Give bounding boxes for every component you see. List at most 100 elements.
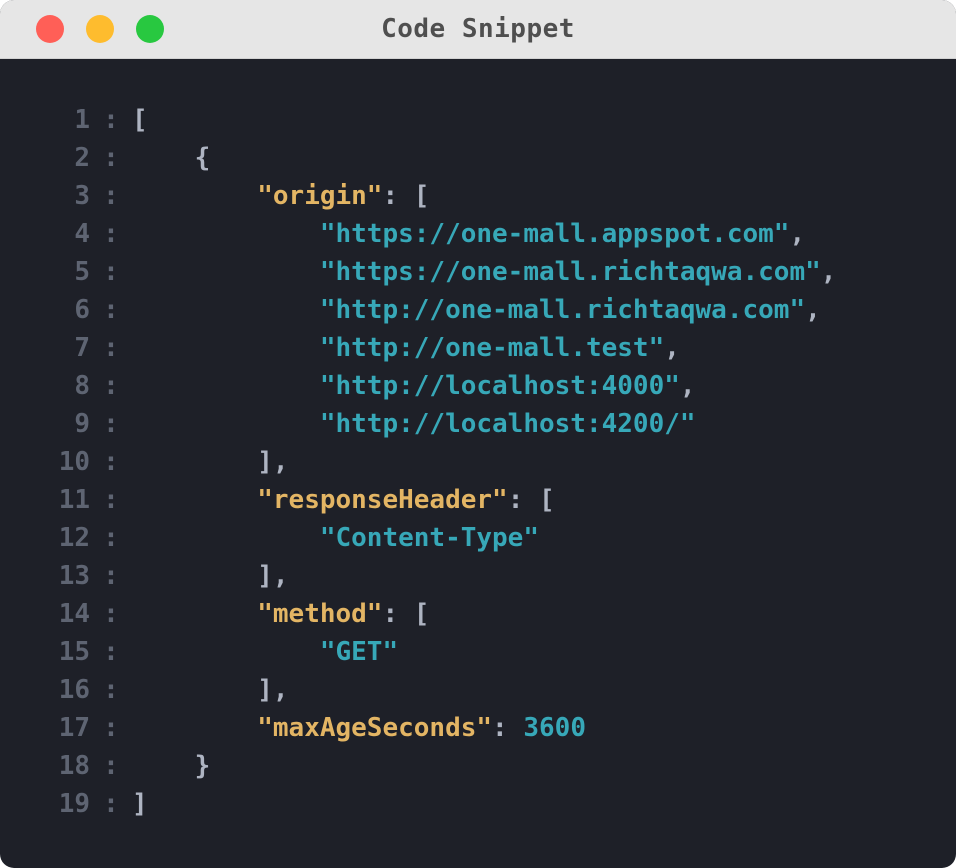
line-number: 6	[74, 295, 90, 325]
line-number: 8	[74, 371, 90, 401]
json-punctuation: {	[194, 143, 211, 173]
code-line: 9: "http://localhost:4200/"	[0, 405, 956, 443]
json-string: "http://one-mall.richtaqwa.com"	[319, 295, 806, 325]
line-content: "http://localhost:4000",	[132, 367, 696, 405]
json-key: "origin"	[257, 181, 383, 211]
json-string: "GET"	[319, 637, 399, 667]
line-number: 14	[58, 599, 90, 629]
json-key: "method"	[257, 599, 383, 629]
line-number: 12	[58, 523, 90, 553]
line-separator: :	[103, 295, 119, 325]
code-line: 11: "responseHeader": [	[0, 481, 956, 519]
line-content: "Content-Type"	[132, 519, 539, 557]
line-number: 5	[74, 257, 90, 287]
line-content: "https://one-mall.richtaqwa.com",	[132, 253, 837, 291]
line-number: 4	[74, 219, 90, 249]
line-number: 17	[58, 713, 90, 743]
line-separator: :	[103, 105, 119, 135]
line-separator: :	[103, 561, 119, 591]
line-content: }	[132, 747, 211, 785]
json-punctuation: ,	[679, 371, 696, 401]
json-punctuation: [	[132, 105, 148, 135]
line-separator: :	[103, 257, 119, 287]
line-number: 19	[58, 789, 90, 819]
line-content: ],	[132, 443, 289, 481]
line-number: 1	[74, 105, 90, 135]
json-string: "http://localhost:4200/"	[319, 409, 696, 439]
code-line: 13: ],	[0, 557, 956, 595]
json-punctuation: ]	[132, 789, 148, 819]
line-content: "maxAgeSeconds": 3600	[132, 709, 586, 747]
json-string: "https://one-mall.appspot.com"	[319, 219, 790, 249]
json-punctuation: ],	[257, 675, 289, 705]
line-number: 15	[58, 637, 90, 667]
code-line: 7: "http://one-mall.test",	[0, 329, 956, 367]
code-line: 8: "http://localhost:4000",	[0, 367, 956, 405]
json-punctuation: : [	[507, 485, 555, 515]
line-content: ],	[132, 557, 288, 595]
line-separator: :	[103, 181, 119, 211]
line-number: 18	[58, 751, 90, 781]
json-punctuation: ,	[664, 333, 680, 363]
line-content: "origin": [	[132, 177, 429, 215]
line-separator: :	[103, 675, 119, 705]
json-key: "responseHeader"	[257, 485, 508, 515]
line-separator: :	[103, 599, 119, 629]
line-number: 10	[58, 447, 90, 477]
code-snippet-window: Code Snippet 1:[2: {3: "origin": [4: "ht…	[0, 0, 956, 868]
line-content: "http://one-mall.test",	[132, 329, 680, 367]
json-number: 3600	[523, 713, 586, 743]
line-separator: :	[103, 637, 119, 667]
json-punctuation: :	[492, 713, 524, 743]
line-content: ]	[132, 785, 148, 823]
json-punctuation: ,	[789, 219, 806, 249]
code-line: 4: "https://one-mall.appspot.com",	[0, 215, 956, 253]
code-line: 5: "https://one-mall.richtaqwa.com",	[0, 253, 956, 291]
line-number: 3	[74, 181, 90, 211]
title-bar: Code Snippet	[0, 0, 956, 59]
line-content: "http://localhost:4200/"	[132, 405, 696, 443]
line-separator: :	[103, 447, 119, 477]
code-line: 2: {	[0, 139, 956, 177]
line-content: "method": [	[132, 595, 429, 633]
json-punctuation: }	[194, 751, 211, 781]
json-string: "http://one-mall.test"	[319, 333, 665, 363]
code-line: 10: ],	[0, 443, 956, 481]
code-line: 18: }	[0, 747, 956, 785]
json-punctuation: ],	[257, 447, 289, 477]
line-content: "https://one-mall.appspot.com",	[132, 215, 805, 253]
code-line: 6: "http://one-mall.richtaqwa.com",	[0, 291, 956, 329]
code-line: 19:]	[0, 785, 956, 823]
line-number: 2	[74, 143, 90, 173]
code-line: 3: "origin": [	[0, 177, 956, 215]
json-punctuation: ,	[805, 295, 821, 325]
window-title: Code Snippet	[381, 14, 575, 44]
line-separator: :	[103, 333, 119, 363]
line-number: 13	[58, 561, 90, 591]
code-line: 12: "Content-Type"	[0, 519, 956, 557]
code-line: 16: ],	[0, 671, 956, 709]
line-separator: :	[103, 409, 119, 439]
json-punctuation: : [	[382, 181, 430, 211]
line-content: {	[132, 139, 211, 177]
line-number: 7	[74, 333, 90, 363]
line-number: 11	[58, 485, 90, 515]
line-content: "http://one-mall.richtaqwa.com",	[132, 291, 821, 329]
code-block: 1:[2: {3: "origin": [4: "https://one-mal…	[0, 101, 956, 823]
json-string: "https://one-mall.richtaqwa.com"	[319, 257, 821, 287]
json-punctuation: : [	[382, 599, 430, 629]
line-content: [	[132, 101, 148, 139]
